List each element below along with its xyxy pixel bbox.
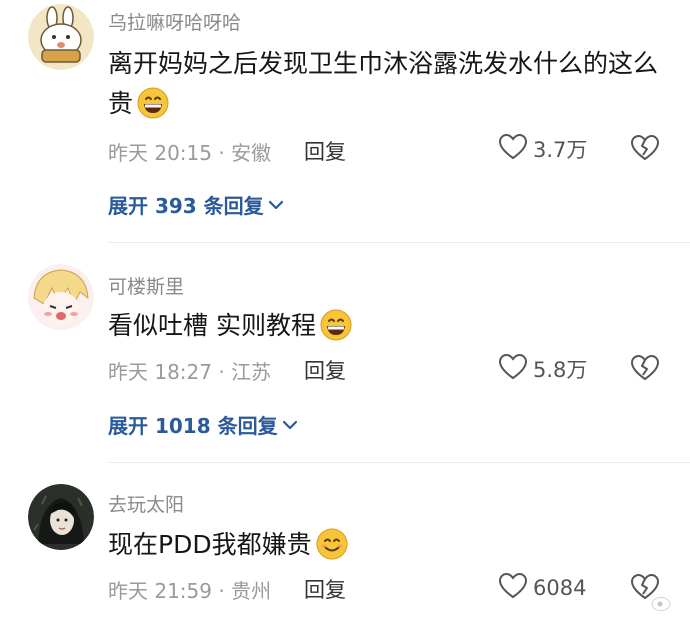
expand-replies-link[interactable]: 展开 1018 条回复 <box>108 410 298 439</box>
grinning-face-icon <box>137 87 169 131</box>
expand-replies-label: 展开 1018 条回复 <box>108 414 278 438</box>
comment-body: 现在PDD我都嫌贵 <box>108 530 312 559</box>
grinning-face-icon <box>320 309 352 353</box>
heart-icon <box>498 133 528 165</box>
broken-heart-icon <box>630 134 660 161</box>
like-button[interactable]: 3.7万 <box>498 133 587 165</box>
reply-button[interactable]: 回复 <box>304 574 346 604</box>
chevron-down-icon <box>282 420 297 429</box>
reply-button[interactable]: 回复 <box>304 136 346 166</box>
reply-button[interactable]: 回复 <box>304 355 346 385</box>
like-button[interactable]: 6084 <box>498 572 586 604</box>
comment-username[interactable]: 可楼斯里 <box>108 272 184 299</box>
comment-divider <box>108 242 690 243</box>
dislike-button[interactable] <box>630 354 660 386</box>
heart-icon <box>498 353 528 385</box>
comment-username[interactable]: 去玩太阳 <box>108 490 184 517</box>
heart-icon <box>498 572 528 604</box>
user-avatar[interactable] <box>28 484 94 550</box>
smiling-face-icon <box>316 528 348 572</box>
anime-avatar-icon <box>28 264 94 330</box>
comment-time-location: 昨天 21:59 · 贵州 <box>108 579 272 603</box>
chevron-down-icon <box>268 200 283 209</box>
comment-text: 离开妈妈之后发现卫生巾沐浴露洗发水什么的这么贵 <box>108 44 668 131</box>
user-avatar[interactable] <box>28 4 94 70</box>
like-button[interactable]: 5.8万 <box>498 353 587 385</box>
like-count: 3.7万 <box>533 138 588 162</box>
portrait-avatar-icon <box>28 484 94 550</box>
expand-replies-link[interactable]: 展开 393 条回复 <box>108 190 284 219</box>
comment-body: 离开妈妈之后发现卫生巾沐浴露洗发水什么的这么贵 <box>108 49 659 118</box>
like-count: 6084 <box>533 576 587 600</box>
dislike-button[interactable] <box>630 134 660 166</box>
comment-divider <box>108 462 690 463</box>
comment-text: 现在PDD我都嫌贵 <box>108 525 668 572</box>
expand-replies-label: 展开 393 条回复 <box>108 194 264 218</box>
weibo-logo-icon <box>651 594 673 611</box>
like-count: 5.8万 <box>533 358 588 382</box>
rabbit-avatar-icon <box>28 4 94 70</box>
user-avatar[interactable] <box>28 264 94 330</box>
comment-time-location: 昨天 18:27 · 江苏 <box>108 360 272 384</box>
broken-heart-icon <box>630 354 660 381</box>
platform-watermark <box>650 592 674 612</box>
comment-body: 看似吐槽 实则教程 <box>108 311 316 340</box>
comment-time-location: 昨天 20:15 · 安徽 <box>108 141 272 165</box>
comment-text: 看似吐槽 实则教程 <box>108 306 668 353</box>
comment-username[interactable]: 乌拉嘛呀哈呀哈 <box>108 8 241 35</box>
